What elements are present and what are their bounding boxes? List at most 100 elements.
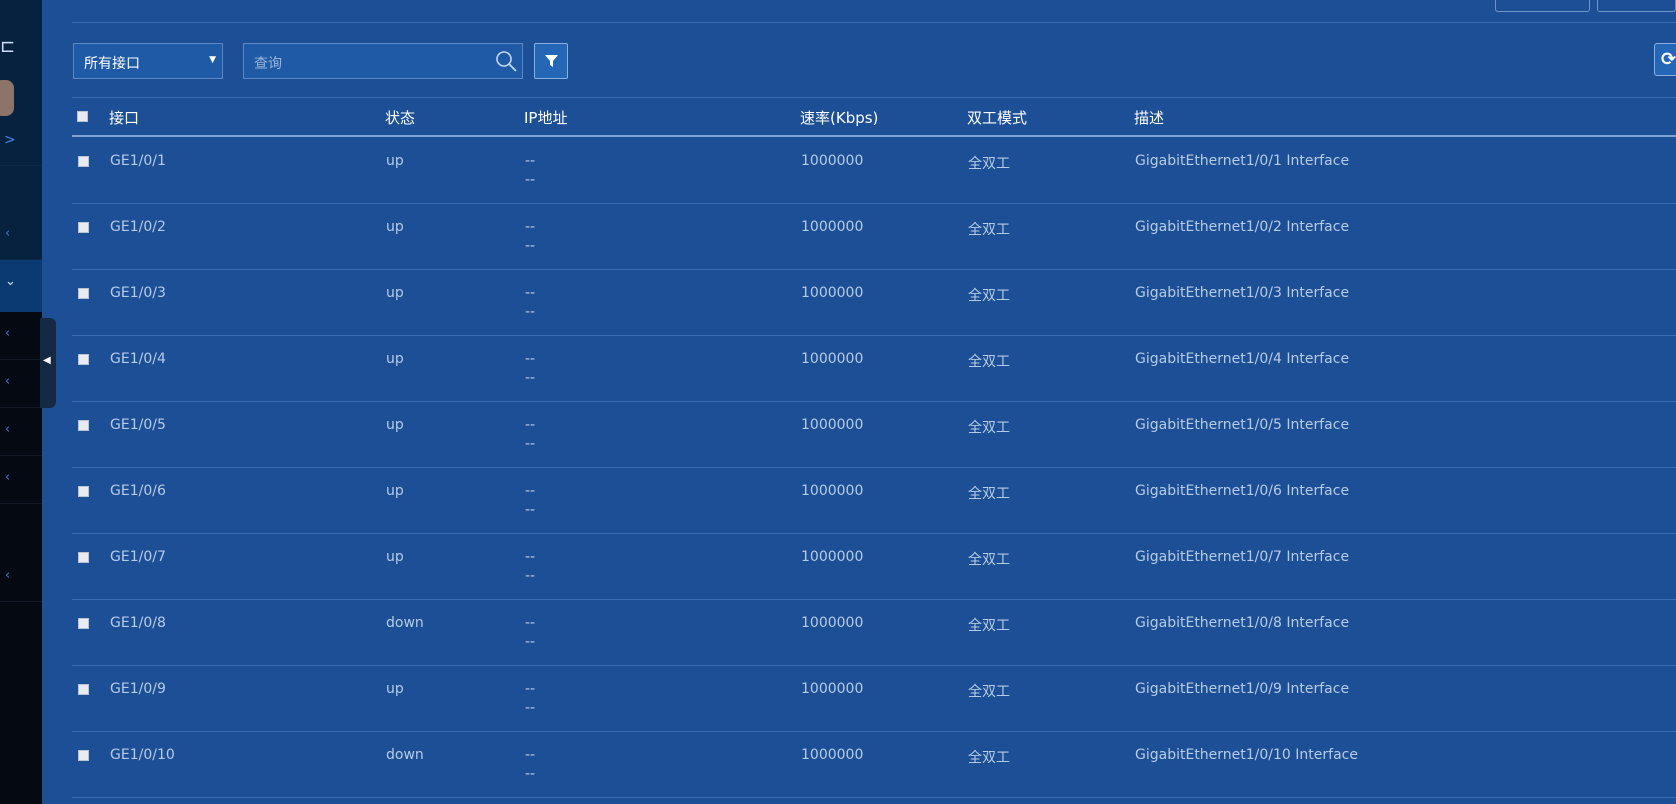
column-header-speed[interactable]: 速率(Kbps) (800, 107, 878, 128)
cell-speed: 1000000 (801, 417, 864, 433)
interface-filter-value: 所有接口 (84, 56, 140, 72)
row-checkbox[interactable] (78, 486, 89, 497)
chevron-left-icon: ‹ (5, 422, 11, 437)
row-checkbox[interactable] (78, 750, 89, 761)
chevron-left-icon: ‹ (5, 470, 11, 485)
row-checkbox[interactable] (78, 288, 89, 299)
cell-ip: -- (525, 351, 536, 367)
sidebar-item-4[interactable]: ‹ (0, 408, 42, 456)
row-checkbox[interactable] (78, 156, 89, 167)
cell-ip: -- (525, 681, 536, 697)
sidebar-item-5[interactable]: ‹ (0, 456, 42, 504)
cell-ip-secondary: -- (525, 238, 536, 254)
column-header-status[interactable]: 状态 (385, 107, 415, 128)
cell-duplex: 全双工 (968, 618, 1010, 634)
cell-ip-secondary: -- (525, 370, 536, 386)
cell-status: up (386, 219, 404, 235)
caret-down-icon: ▼ (209, 55, 216, 65)
cell-ip: -- (525, 219, 536, 235)
row-checkbox[interactable] (78, 222, 89, 233)
refresh-button[interactable]: ⟳ (1654, 43, 1676, 76)
row-checkbox[interactable] (78, 618, 89, 629)
sidebar-collapse-button[interactable]: ◀ (40, 318, 56, 408)
chevron-left-icon: ‹ (5, 226, 11, 241)
column-header-interface[interactable]: 接口 (109, 107, 139, 128)
chevron-left-icon: ‹ (5, 374, 11, 389)
cell-duplex: 全双工 (968, 354, 1010, 370)
cell-status: down (386, 747, 424, 763)
table-row[interactable]: GE1/0/7 up -- -- 1000000 全双工 GigabitEthe… (72, 534, 1676, 600)
cell-speed: 1000000 (801, 285, 864, 301)
sidebar-item-3[interactable]: ‹ (0, 360, 42, 408)
cell-status: up (386, 153, 404, 169)
search-placeholder: 查询 (254, 56, 282, 72)
cell-interface: GE1/0/8 (110, 615, 166, 631)
cell-speed: 1000000 (801, 549, 864, 565)
sidebar-item-expand[interactable]: > (0, 118, 42, 166)
chevron-right-icon: > (4, 132, 16, 148)
cell-duplex: 全双工 (968, 420, 1010, 436)
cell-speed: 1000000 (801, 615, 864, 631)
sidebar: ⊏ > ‹ ⌄ ‹ ‹ ‹ ‹ ‹ (0, 0, 42, 804)
table-row[interactable]: GE1/0/4 up -- -- 1000000 全双工 GigabitEthe… (72, 336, 1676, 402)
chevron-left-icon: ‹ (5, 326, 11, 341)
cell-speed: 1000000 (801, 747, 864, 763)
top-action-button-2[interactable] (1597, 0, 1676, 12)
interface-filter-select[interactable]: 所有接口 ▼ (73, 43, 223, 79)
column-header-description[interactable]: 描述 (1134, 107, 1164, 128)
cell-interface: GE1/0/6 (110, 483, 166, 499)
cell-duplex: 全双工 (968, 684, 1010, 700)
cell-speed: 1000000 (801, 351, 864, 367)
table-row[interactable]: GE1/0/1 up -- -- 1000000 全双工 GigabitEthe… (72, 138, 1676, 204)
refresh-icon: ⟳ (1661, 49, 1676, 70)
search-input[interactable]: 查询 (243, 43, 523, 79)
cell-description: GigabitEthernet1/0/9 Interface (1135, 681, 1350, 697)
cell-interface: GE1/0/3 (110, 285, 166, 301)
table-row[interactable]: GE1/0/5 up -- -- 1000000 全双工 GigabitEthe… (72, 402, 1676, 468)
top-action-button-1[interactable] (1495, 0, 1590, 12)
cell-speed: 1000000 (801, 681, 864, 697)
cell-description: GigabitEthernet1/0/8 Interface (1135, 615, 1350, 631)
table-row[interactable]: GE1/0/6 up -- -- 1000000 全双工 GigabitEthe… (72, 468, 1676, 534)
sidebar-item-active[interactable]: ⌄ (0, 260, 42, 312)
cell-interface: GE1/0/5 (110, 417, 166, 433)
column-header-ip[interactable]: IP地址 (524, 107, 567, 128)
cell-description: GigabitEthernet1/0/6 Interface (1135, 483, 1350, 499)
search-icon[interactable] (494, 49, 518, 73)
cell-ip: -- (525, 417, 536, 433)
cell-ip: -- (525, 285, 536, 301)
table-row[interactable]: GE1/0/2 up -- -- 1000000 全双工 GigabitEthe… (72, 204, 1676, 270)
select-all-checkbox[interactable] (77, 111, 88, 122)
filter-button[interactable] (534, 43, 568, 79)
table-row[interactable]: GE1/0/8 down -- -- 1000000 全双工 GigabitEt… (72, 600, 1676, 666)
row-checkbox[interactable] (78, 552, 89, 563)
row-checkbox[interactable] (78, 354, 89, 365)
cell-description: GigabitEthernet1/0/5 Interface (1135, 417, 1350, 433)
column-header-duplex[interactable]: 双工模式 (967, 107, 1027, 128)
cell-duplex: 全双工 (968, 750, 1010, 766)
cell-ip: -- (525, 747, 536, 763)
cell-duplex: 全双工 (968, 552, 1010, 568)
cell-status: up (386, 351, 404, 367)
chevron-down-icon: ⌄ (5, 274, 16, 289)
table-row[interactable]: GE1/0/3 up -- -- 1000000 全双工 GigabitEthe… (72, 270, 1676, 336)
table-header: 接口 状态 IP地址 速率(Kbps) 双工模式 描述 ⋮ (72, 97, 1676, 137)
cell-status: up (386, 483, 404, 499)
sidebar-item-1[interactable]: ‹ (0, 212, 42, 260)
avatar[interactable] (0, 80, 14, 116)
row-checkbox[interactable] (78, 420, 89, 431)
cell-interface: GE1/0/4 (110, 351, 166, 367)
cell-description: GigabitEthernet1/0/1 Interface (1135, 153, 1350, 169)
cell-duplex: 全双工 (968, 222, 1010, 238)
cell-ip-secondary: -- (525, 502, 536, 518)
cell-ip-secondary: -- (525, 568, 536, 584)
table-row[interactable]: GE1/0/9 up -- -- 1000000 全双工 GigabitEthe… (72, 666, 1676, 732)
table-row[interactable]: GE1/0/10 down -- -- 1000000 全双工 GigabitE… (72, 732, 1676, 798)
sidebar-item-2[interactable]: ‹ (0, 312, 42, 360)
cell-description: GigabitEthernet1/0/4 Interface (1135, 351, 1350, 367)
row-checkbox[interactable] (78, 684, 89, 695)
sidebar-item-6[interactable]: ‹ (0, 554, 42, 602)
caret-left-icon: ◀ (43, 355, 51, 366)
cell-ip-secondary: -- (525, 436, 536, 452)
chevron-left-icon: ‹ (5, 568, 11, 583)
